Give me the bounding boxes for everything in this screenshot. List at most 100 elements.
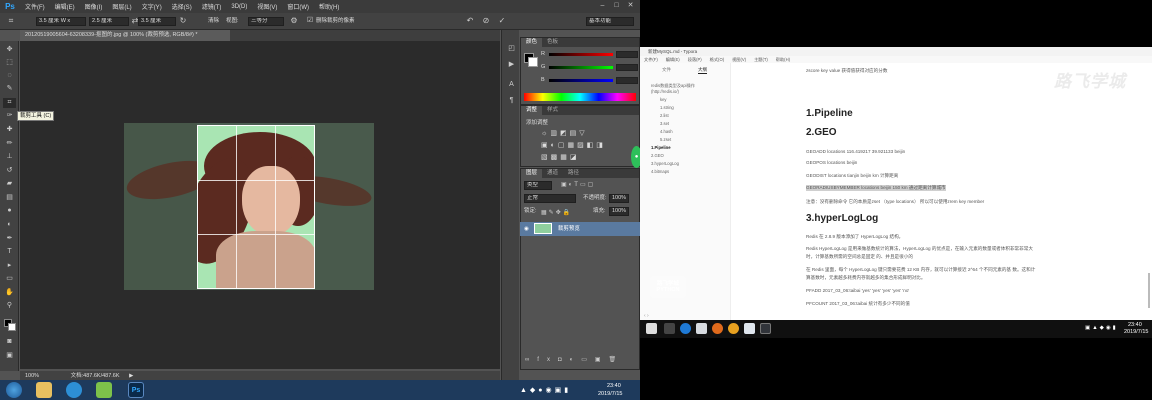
brush-tool-icon[interactable]: ✏ (3, 139, 16, 149)
history-panel-icon[interactable]: ◰ (505, 44, 518, 54)
media-icon[interactable] (96, 382, 112, 398)
menu-select[interactable]: 选择(S) (167, 2, 197, 11)
ty-menu-theme[interactable]: 主题(T) (750, 56, 772, 63)
tab-paths[interactable]: 路径 (563, 169, 584, 178)
menu-3d[interactable]: 3D(D) (226, 4, 252, 10)
sidebar-toggle-icon[interactable]: ‹ › (644, 313, 649, 319)
menu-filter[interactable]: 滤镜(T) (197, 2, 227, 11)
photoshop-task-icon[interactable]: Ps (128, 382, 144, 398)
outline-item[interactable]: 1.string (660, 105, 674, 110)
outline-item[interactable]: 1.Pipeline (651, 145, 671, 150)
store-icon[interactable] (696, 323, 707, 334)
outline-item[interactable]: 2.GEO (651, 153, 664, 158)
cancel-icon[interactable]: ⊘ (481, 16, 491, 26)
fill-field[interactable]: 100% (609, 207, 629, 216)
workspace-select[interactable]: 基本功能 (586, 17, 634, 26)
b-value[interactable] (616, 77, 638, 84)
move-tool-icon[interactable]: ✥ (3, 45, 16, 55)
lasso-tool-icon[interactable]: ◌ (3, 71, 16, 81)
g-value[interactable] (616, 64, 638, 71)
tab-swatches[interactable]: 色板 (542, 38, 563, 47)
menu-image[interactable]: 图像(I) (80, 2, 108, 11)
b-slider[interactable] (549, 79, 613, 82)
screen-mode-icon[interactable]: ▣ (3, 351, 16, 361)
healing-tool-icon[interactable]: ✚ (3, 125, 16, 135)
start-button-icon[interactable] (6, 382, 22, 398)
layer-name[interactable]: 裁剪预览 (558, 226, 580, 232)
close-button[interactable]: ✕ (624, 1, 637, 11)
tab-color[interactable]: 颜色 (521, 38, 543, 47)
lock-icons[interactable]: ▦✎✥🔒 (541, 209, 572, 216)
tab-styles[interactable]: 样式 (542, 106, 563, 115)
eraser-tool-icon[interactable]: ▰ (3, 179, 16, 189)
crop-third-field[interactable]: 3.5 厘米 (138, 17, 176, 26)
character-panel-icon[interactable]: A (505, 80, 518, 90)
clear-button[interactable]: 清除 (208, 17, 219, 26)
outline-item[interactable]: key (660, 97, 667, 102)
blend-mode-select[interactable]: 正常 (524, 194, 576, 203)
layer-filter-icons[interactable]: ▣◐T▭▢ (561, 181, 595, 188)
typora-task-icon[interactable] (744, 323, 755, 334)
gradient-tool-icon[interactable]: ▤ (3, 193, 16, 203)
maximize-button[interactable]: □ (610, 1, 623, 11)
menu-layer[interactable]: 图层(L) (107, 2, 136, 11)
marquee-tool-icon[interactable]: ⬚ (3, 58, 16, 68)
edge-icon[interactable] (680, 323, 691, 334)
tab-outline[interactable]: 大纲 (698, 67, 707, 74)
r-slider[interactable] (549, 53, 613, 56)
tab-channels[interactable]: 通道 (542, 169, 563, 178)
tab-adjustments[interactable]: 调整 (521, 106, 543, 115)
typora-editor[interactable]: zscore key value 获得值获得对应的分数 1.Pipeline 2… (731, 63, 1152, 320)
ty-menu-edit[interactable]: 编辑(E) (662, 56, 684, 63)
crop-tool-icon[interactable]: ⌗ (6, 16, 16, 26)
task-view-icon[interactable] (664, 323, 675, 334)
layer-kind-filter[interactable]: 类型 (524, 181, 552, 190)
r-value[interactable] (616, 51, 638, 58)
gear-icon[interactable]: ⚙ (289, 16, 299, 26)
menu-edit[interactable]: 编辑(E) (50, 2, 80, 11)
undo-icon[interactable]: ↶ (465, 16, 475, 26)
opacity-field[interactable]: 100% (609, 194, 629, 203)
text-tool-icon[interactable]: T (3, 247, 16, 257)
layer-footer-icons[interactable]: ∞fx◘◐▭▣🗑 (525, 356, 624, 363)
quick-select-tool-icon[interactable]: ✎ (3, 84, 16, 94)
rotate-icon[interactable]: ↻ (178, 16, 188, 26)
doc-tab[interactable]: 20120519005604-63208339-抠图的.jpg @ 100% (… (20, 30, 230, 41)
menu-type[interactable]: 文字(Y) (137, 2, 167, 11)
view-select[interactable]: 三等分 (248, 17, 284, 26)
outline-item[interactable]: 2.list (660, 113, 669, 118)
checkbox-icon[interactable]: ☑ (305, 16, 315, 26)
blur-tool-icon[interactable]: ● (3, 206, 16, 216)
menu-file[interactable]: 文件(F) (20, 2, 50, 11)
g-slider[interactable] (549, 66, 613, 69)
shape-tool-icon[interactable]: ▭ (3, 274, 16, 284)
ty-tray-icons[interactable]: ▣▲◆◉▮ (1085, 325, 1118, 331)
tab-files[interactable]: 文件 (662, 67, 671, 73)
outline-item[interactable]: (http://redis.io/) (651, 89, 679, 94)
outline-item[interactable]: 5.zset (660, 137, 671, 142)
adjustment-icons[interactable]: ☼▥◩▤▽ ▣◐▢▦▨◧◨ ▧▩▦◪ (541, 128, 631, 164)
hand-tool-icon[interactable]: ✋ (3, 288, 16, 298)
outline-item[interactable]: 3.hyperLogLog (651, 161, 679, 166)
crop-tool-icon[interactable]: ⌗ (3, 98, 16, 108)
status-arrow-icon[interactable]: ▶ (129, 373, 133, 379)
eye-icon[interactable]: ◉ (524, 226, 529, 232)
layer-row[interactable]: ◉ 裁剪预览 (520, 222, 640, 236)
zoom-level[interactable]: 100% (25, 373, 39, 379)
menu-window[interactable]: 窗口(W) (282, 2, 314, 11)
pen-tool-icon[interactable]: ✒ (3, 234, 16, 244)
actions-panel-icon[interactable]: ▶ (505, 60, 518, 70)
ie-icon[interactable] (66, 382, 82, 398)
minimize-button[interactable]: – (596, 1, 609, 11)
ty-menu-format[interactable]: 格式(O) (706, 56, 728, 63)
bg-color[interactable] (528, 57, 538, 67)
history-brush-icon[interactable]: ↺ (3, 166, 16, 176)
tab-layers[interactable]: 图层 (521, 169, 543, 178)
dodge-tool-icon[interactable]: ◐ (3, 220, 16, 230)
paragraph-panel-icon[interactable]: ¶ (505, 96, 518, 106)
win-start-icon[interactable] (646, 323, 657, 334)
eyedropper-tool-icon[interactable]: ✑ (3, 111, 16, 121)
chrome-icon[interactable] (728, 323, 739, 334)
scrollbar-thumb[interactable] (1148, 273, 1150, 308)
crop-height-field[interactable]: 2.5 厘米 (89, 17, 129, 26)
